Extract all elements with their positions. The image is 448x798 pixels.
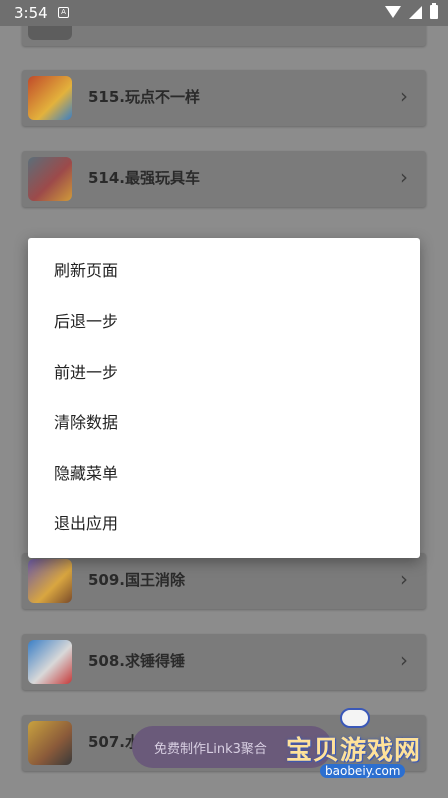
wifi-icon [385, 6, 401, 18]
menu-item-refresh[interactable]: 刷新页面 [28, 246, 420, 296]
menu-item-exit-app[interactable]: 退出应用 [28, 499, 420, 549]
status-time: 3:54 [14, 4, 48, 22]
battery-icon [430, 3, 438, 19]
menu-item-clear-data[interactable]: 清除数据 [28, 398, 420, 448]
options-menu: 刷新页面 后退一步 前进一步 清除数据 隐藏菜单 退出应用 [28, 238, 420, 558]
promo-text: 免费制作Link3聚合 [154, 742, 267, 757]
site-watermark-logo: 宝贝游戏网 baobeiy.com [286, 708, 436, 790]
notification-icon: A [58, 7, 69, 18]
watermark-url: baobeiy.com [320, 764, 406, 778]
signal-icon [409, 5, 422, 19]
menu-item-forward[interactable]: 前进一步 [28, 348, 420, 398]
gamepad-icon [340, 708, 370, 728]
menu-item-back[interactable]: 后退一步 [28, 297, 420, 347]
status-icons [385, 3, 438, 19]
menu-item-hide-menu[interactable]: 隐藏菜单 [28, 449, 420, 499]
status-bar: 3:54 A [0, 0, 448, 26]
watermark-text: 宝贝游戏网 [286, 736, 422, 766]
